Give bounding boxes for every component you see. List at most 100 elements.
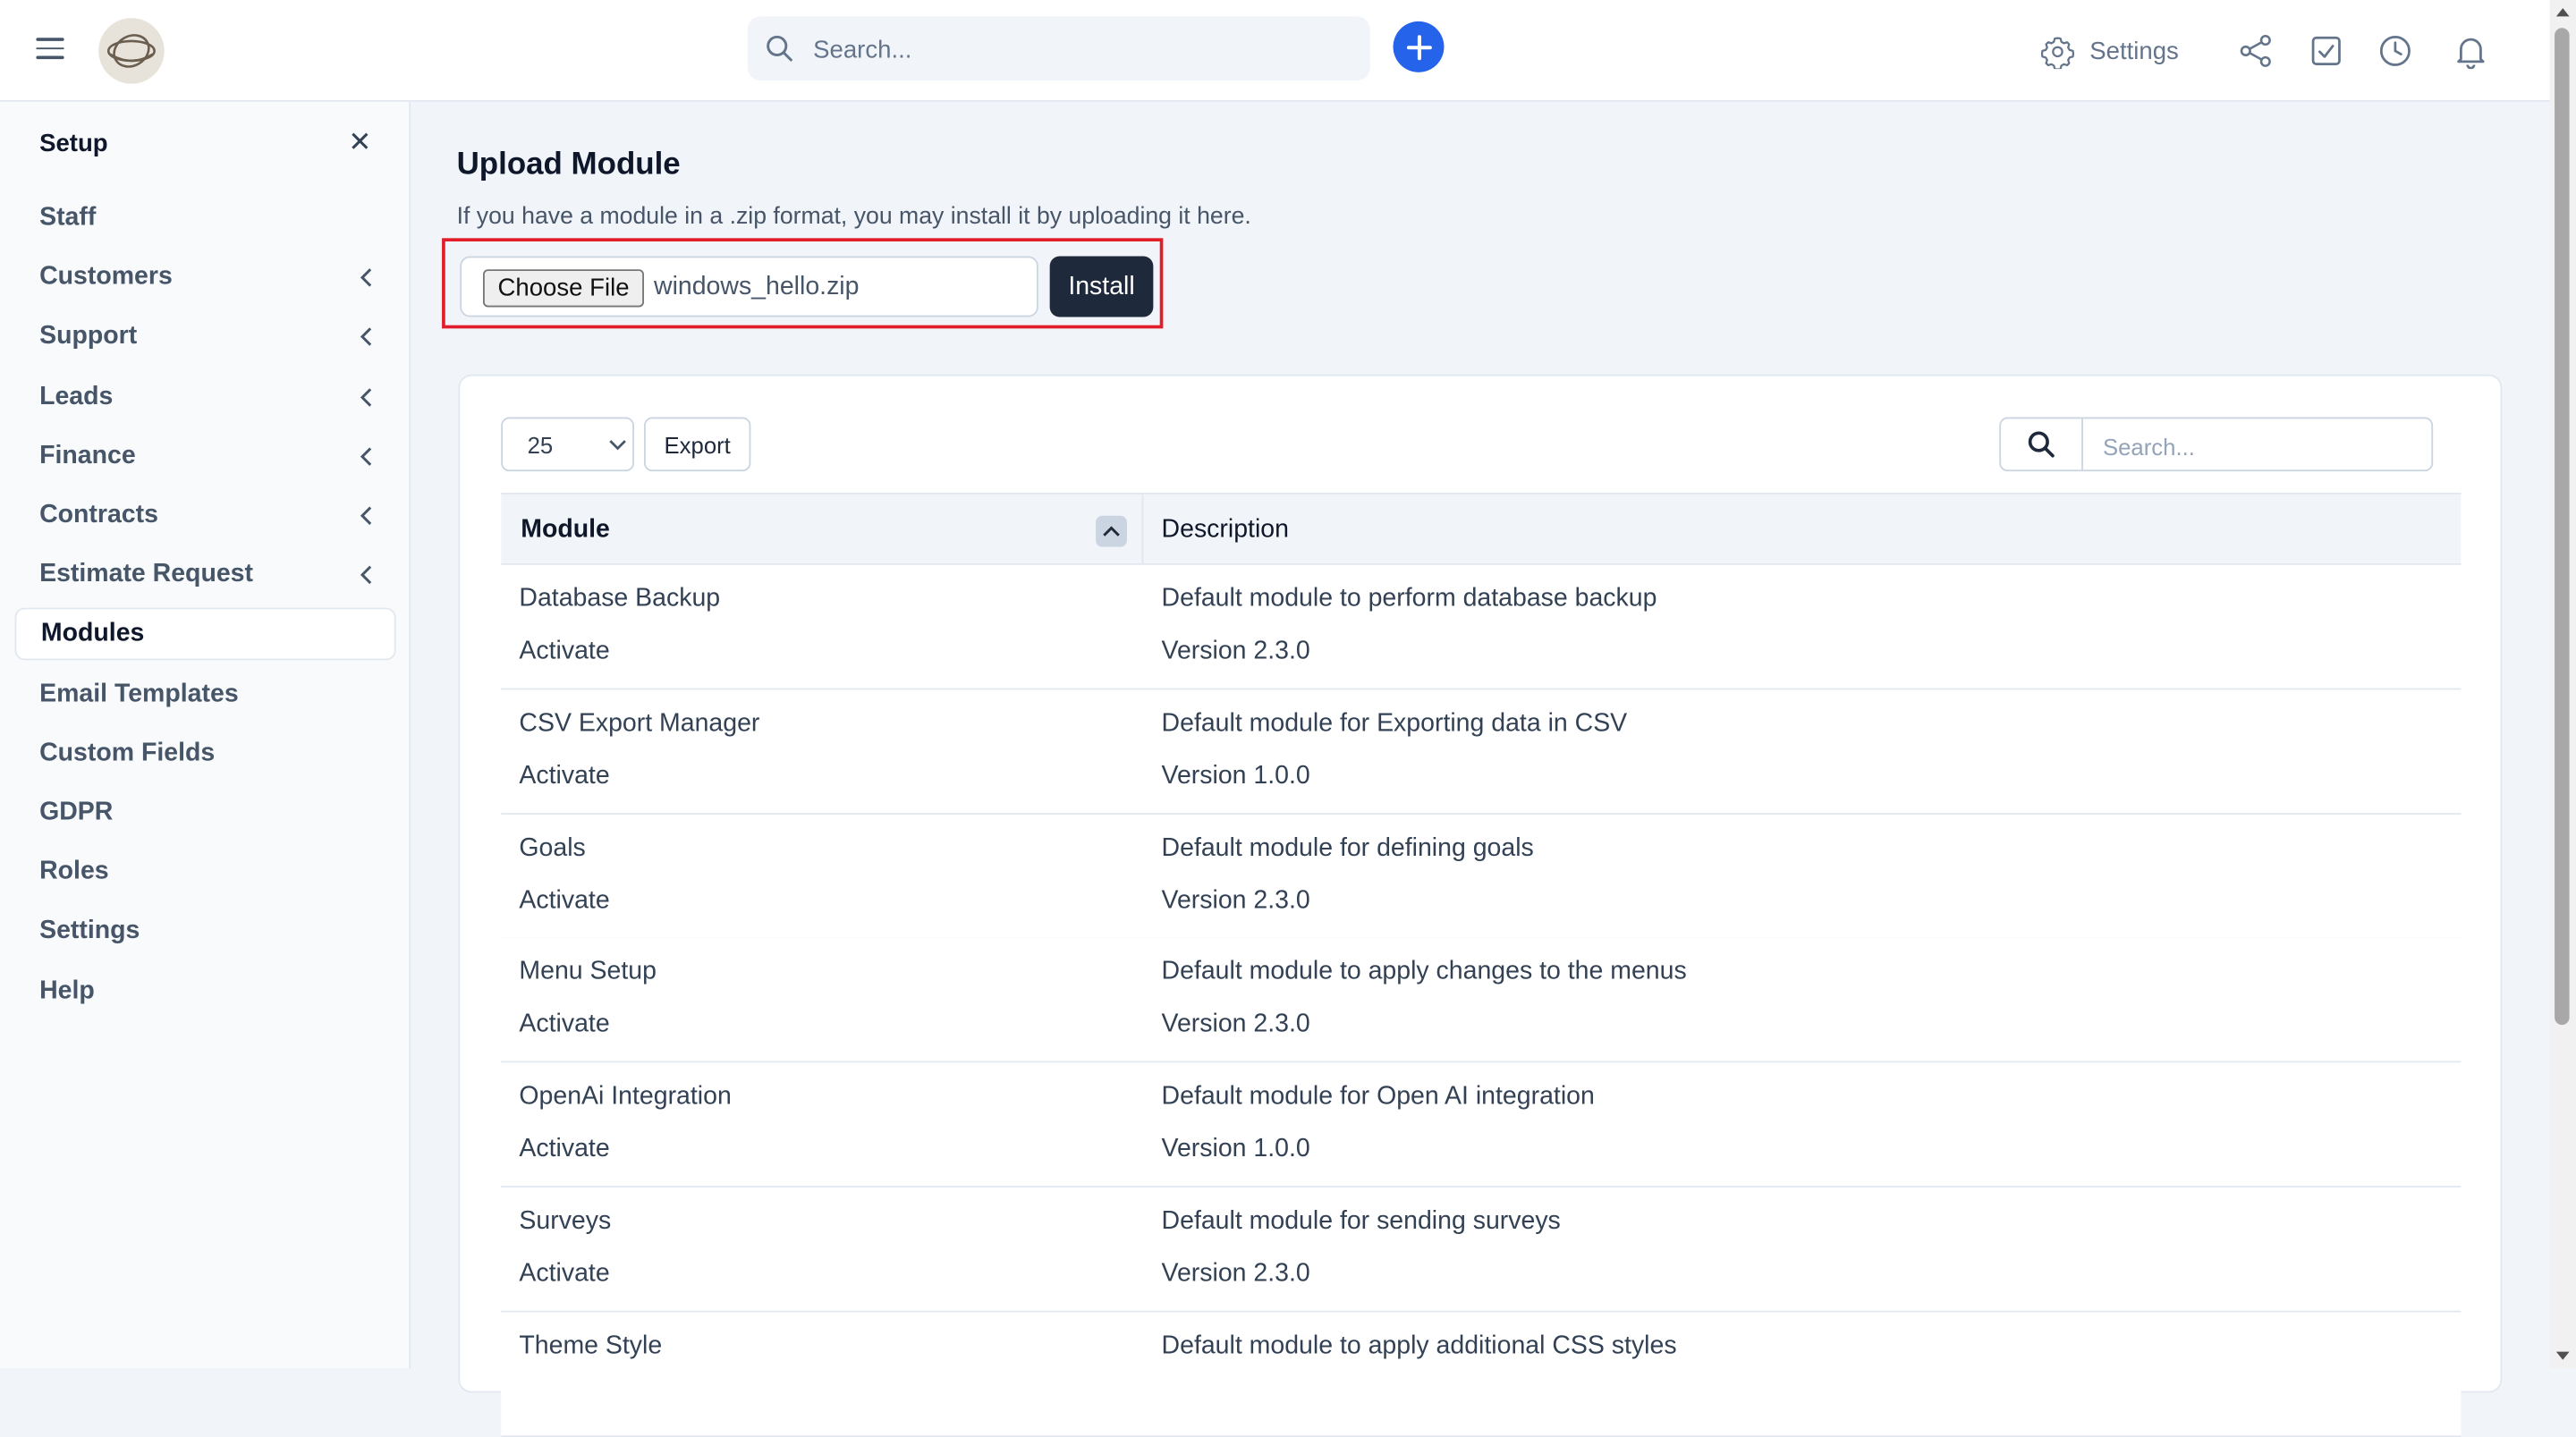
activate-link[interactable]: Activate <box>519 1010 609 1040</box>
sidebar-item-label: Leads <box>39 382 114 410</box>
choose-file-button[interactable]: Choose File <box>482 269 645 308</box>
sidebar-item-leads[interactable]: Leads <box>15 370 396 423</box>
quick-create-button[interactable] <box>1393 21 1445 72</box>
sidebar-item-gdpr[interactable]: GDPR <box>15 787 396 840</box>
company-logo[interactable] <box>98 18 165 84</box>
activate-link[interactable]: Activate <box>519 886 609 916</box>
sort-ascending-icon[interactable] <box>1096 515 1127 547</box>
module-description: Default module to apply changes to the m… <box>1161 958 1687 986</box>
module-version: Version 2.3.0 <box>1161 1259 1310 1288</box>
column-divider <box>1141 494 1144 563</box>
upload-form-highlight: Choose File windows_hello.zip Install <box>442 238 1164 329</box>
page-scrollbar[interactable] <box>2549 0 2576 1368</box>
sidebar-item-label: Support <box>39 322 138 351</box>
module-description: Default module for Exporting data in CSV <box>1161 709 1628 738</box>
module-version: Version 2.3.0 <box>1161 637 1310 665</box>
table-row: Menu Setup Activate Default module to appl… <box>501 938 2462 1064</box>
table-row: CSV Export Manager Activate Default module… <box>501 689 2462 815</box>
sidebar-item-label: Contracts <box>39 501 158 529</box>
table-header: Module Description <box>501 493 2462 565</box>
sidebar-item-label: Help <box>39 976 95 1005</box>
chevron-left-icon <box>360 447 372 466</box>
chevron-left-icon <box>360 387 372 406</box>
sidebar-item-custom-fields[interactable]: Custom Fields <box>15 727 396 780</box>
module-description: Default module for Open AI integration <box>1161 1082 1595 1111</box>
share-icon[interactable] <box>2238 33 2274 69</box>
search-icon <box>767 35 792 62</box>
sidebar-item-label: Custom Fields <box>39 739 216 767</box>
scroll-down-arrow[interactable] <box>2555 1351 2570 1360</box>
sidebar-item-label: Email Templates <box>39 679 239 707</box>
sidebar-item-email-templates[interactable]: Email Templates <box>15 668 396 721</box>
chevron-down-icon <box>609 440 626 451</box>
sidebar-title: Setup <box>39 130 108 158</box>
activate-link[interactable]: Activate <box>519 1136 609 1165</box>
scroll-up-arrow[interactable] <box>2555 8 2570 17</box>
module-name: Menu Setup <box>519 958 657 986</box>
module-version: Version 2.3.0 <box>1161 886 1310 915</box>
module-description: Default module to apply additional CSS s… <box>1161 1331 1677 1360</box>
sidebar-item-label: Modules <box>40 620 145 648</box>
checkbox-icon[interactable] <box>2309 33 2344 69</box>
settings-link[interactable]: Settings <box>2040 33 2179 69</box>
selected-file-name: windows_hello.zip <box>654 272 860 301</box>
sidebar-item-modules[interactable]: Modules <box>14 608 396 662</box>
file-input[interactable]: Choose File windows_hello.zip <box>460 256 1038 317</box>
column-header-module[interactable]: Module <box>521 516 610 545</box>
module-name: Database Backup <box>519 584 721 613</box>
sidebar-item-label: Estimate Request <box>39 560 253 588</box>
sidebar-item-estimate-request[interactable]: Estimate Request <box>15 549 396 602</box>
clock-icon[interactable] <box>2377 33 2413 69</box>
chevron-left-icon <box>360 506 372 525</box>
export-button[interactable]: Export <box>643 417 751 472</box>
table-row: Theme Style Default module to apply addit… <box>501 1312 2462 1437</box>
search-icon[interactable] <box>2001 418 2083 470</box>
top-navbar: Settings <box>0 0 2550 102</box>
sidebar-item-staff[interactable]: Staff <box>15 192 396 245</box>
sidebar-item-roles[interactable]: Roles <box>15 846 396 899</box>
close-icon[interactable]: ✕ <box>348 127 371 157</box>
table-row: OpenAi Integration Activate Default module… <box>501 1062 2462 1188</box>
scrollbar-thumb[interactable] <box>2555 28 2570 1026</box>
upload-description: If you have a module in a .zip format, y… <box>456 203 1251 231</box>
module-description: Default module for defining goals <box>1161 833 1534 862</box>
activate-link[interactable]: Activate <box>519 1260 609 1289</box>
sidebar-item-contracts[interactable]: Contracts <box>15 489 396 542</box>
global-search-input[interactable] <box>809 16 1343 84</box>
module-version: Version 1.0.0 <box>1161 1135 1310 1163</box>
table-search-input[interactable] <box>2099 418 2419 473</box>
sidebar-item-label: Customers <box>39 263 173 292</box>
page-length-value: 25 <box>527 432 554 459</box>
sidebar-item-help[interactable]: Help <box>15 965 396 1018</box>
gear-icon <box>2040 36 2075 69</box>
sidebar-item-label: Settings <box>39 917 140 945</box>
module-description: Default module to perform database backu… <box>1161 584 1657 613</box>
table-row: Database Backup Activate Default module to… <box>501 564 2462 690</box>
chevron-left-icon <box>360 328 372 347</box>
sidebar-item-label: Staff <box>39 203 97 232</box>
module-version: Version 2.3.0 <box>1161 1010 1310 1039</box>
activate-link[interactable]: Activate <box>519 762 609 791</box>
page-title: Upload Module <box>456 148 681 182</box>
module-version: Version 1.0.0 <box>1161 761 1310 790</box>
column-header-description[interactable]: Description <box>1162 516 1289 545</box>
module-description: Default module for sending surveys <box>1161 1206 1561 1236</box>
menu-icon[interactable] <box>36 38 64 59</box>
table-search <box>1999 417 2434 473</box>
module-name: Surveys <box>519 1206 612 1236</box>
plus-icon <box>1406 34 1431 60</box>
sidebar-item-finance[interactable]: Finance <box>15 430 396 483</box>
table-row: Goals Activate Default module for defining… <box>501 814 2462 939</box>
sidebar-item-label: Roles <box>39 858 109 886</box>
settings-label: Settings <box>2089 37 2179 65</box>
sidebar-item-label: Finance <box>39 441 136 469</box>
sidebar-item-label: GDPR <box>39 798 114 826</box>
activate-link[interactable]: Activate <box>519 638 609 667</box>
sidebar-item-customers[interactable]: Customers <box>15 251 396 304</box>
module-name: Theme Style <box>519 1331 663 1360</box>
bell-icon[interactable] <box>2453 33 2488 70</box>
install-button[interactable]: Install <box>1049 256 1154 317</box>
sidebar-item-support[interactable]: Support <box>15 311 396 364</box>
page-length-select[interactable]: 25 <box>501 417 634 472</box>
sidebar-item-settings[interactable]: Settings <box>15 906 396 959</box>
